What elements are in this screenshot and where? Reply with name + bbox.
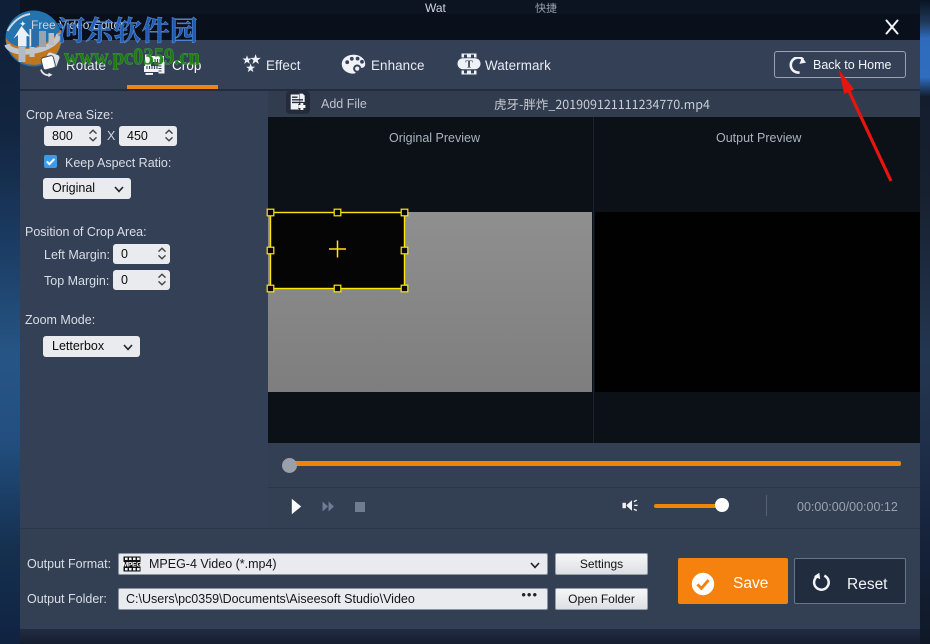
svg-text:T: T — [465, 59, 473, 71]
svg-text:MPEG: MPEG — [123, 562, 141, 569]
svg-text:www.pc0359.cn: www.pc0359.cn — [64, 45, 200, 71]
